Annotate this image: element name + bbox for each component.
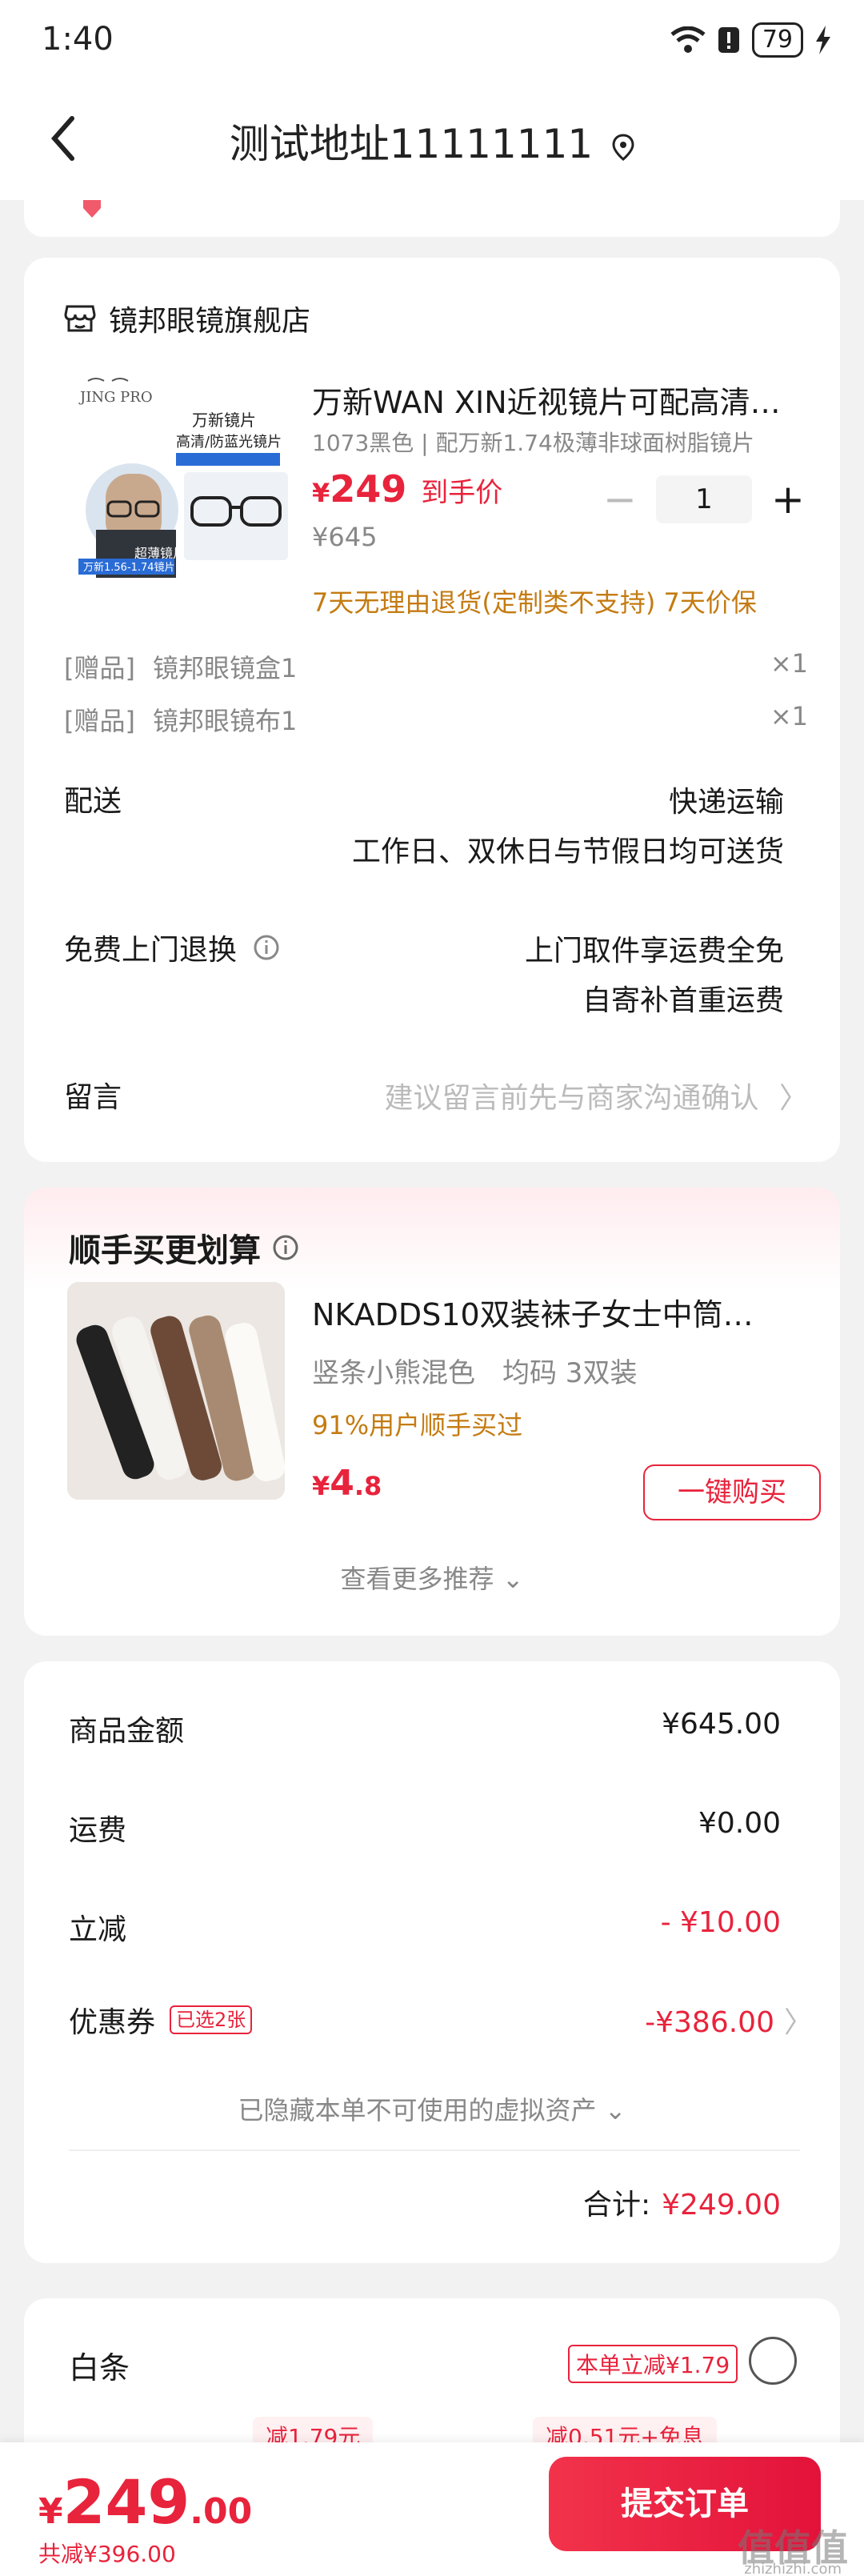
total-saved: 共减¥396.00: [38, 2541, 176, 2567]
coupon-value: -¥386.00 〉: [645, 2006, 813, 2039]
recommend-card: 顺手买更划算 NKADDS10双装袜子女士中筒… 竖条小熊混色 均码 3双装 9…: [24, 1188, 840, 1636]
recommend-image[interactable]: [67, 1282, 285, 1500]
hidden-assets-toggle[interactable]: 已隐藏本单不可使用的虚拟资产 ⌄: [24, 2090, 840, 2127]
baitiao-badge: 本单立减¥1.79: [568, 2345, 738, 2383]
total-label: 合计:: [582, 2189, 651, 2221]
chevron-right-icon: 〉: [778, 1082, 808, 1115]
payable-price: ¥249.00: [38, 2466, 253, 2538]
status-icons: 79: [670, 22, 832, 58]
product-image-brand: JING PRO: [78, 389, 153, 406]
quantity-stepper: − 1 +: [592, 475, 816, 523]
discount-value: - ¥10.00: [660, 1906, 781, 1939]
delivery-label: 配送: [64, 785, 122, 818]
coupon-label: 优惠券 已选2张: [69, 1999, 253, 2041]
red-mark-icon: [83, 200, 101, 218]
address-card-bottom: [24, 200, 840, 237]
gift-tag: [赠品]: [64, 653, 135, 683]
goods-amount-label: 商品金额: [69, 1715, 185, 1748]
gift-item: [赠品] 镜邦眼镜盒1 ×1: [64, 648, 808, 685]
chevron-down-icon: ⌄: [604, 2095, 626, 2125]
product-spec[interactable]: 1073黑色 | 配万新1.74极薄非球面树脂镜片: [312, 426, 754, 458]
increase-button[interactable]: +: [760, 475, 816, 523]
quantity-input[interactable]: 1: [656, 475, 752, 523]
divider: [69, 2149, 800, 2151]
shop-card: 镜邦眼镜旗舰店 JING PRO 万新镜片 高清/防蓝光镜片 超薄镜片 万新1.…: [24, 258, 840, 1162]
chevron-down-icon: ⌄: [502, 1564, 524, 1594]
product-title[interactable]: 万新WAN XIN近视镜片可配高清…: [312, 378, 800, 422]
total-row: 合计: ¥249.00: [583, 2181, 781, 2223]
shipping-label: 运费: [69, 1814, 127, 1847]
alert-icon: [718, 27, 739, 53]
message-input[interactable]: 建议留言前先与商家沟通确认 〉: [385, 1074, 808, 1124]
recommend-bought: 91%用户顺手买过: [312, 1410, 523, 1440]
discount-label: 立减: [69, 1913, 127, 1946]
status-bar: 1:40 79: [0, 0, 864, 80]
recommend-price: ¥4.8: [312, 1463, 382, 1504]
product-price: ¥249: [312, 467, 407, 511]
price-tag: 到手价: [421, 477, 503, 509]
info-icon[interactable]: [253, 934, 280, 961]
gift-item: [赠品] 镜邦眼镜布1 ×1: [64, 701, 808, 738]
gift-name: 镜邦眼镜盒1: [152, 653, 298, 683]
shop-name: 镜邦眼镜旗舰店: [109, 305, 311, 338]
bottom-bar: ¥249.00 共减¥396.00 提交订单: [0, 2442, 864, 2576]
price-row: ¥249 到手价: [312, 467, 502, 511]
status-time: 1:40: [42, 21, 114, 58]
location-pin-icon: [612, 124, 634, 170]
address-title[interactable]: 测试地址11111111: [0, 112, 864, 170]
product-image-line4: 万新1.56-1.74镜片: [83, 561, 175, 574]
summary-card: 商品金额 ¥645.00 运费 ¥0.00 立减 - ¥10.00 优惠券 已选…: [24, 1661, 840, 2263]
chevron-right-icon: 〉: [783, 2006, 813, 2039]
gift-qty: ×1: [770, 701, 808, 731]
info-icon[interactable]: [272, 1234, 299, 1261]
delivery-row[interactable]: 配送 快递运输 工作日、双休日与节假日均可送货: [64, 778, 784, 877]
baitiao-label: 白条: [69, 2350, 130, 2386]
watermark-url: zhizhizhi.com: [744, 2561, 842, 2576]
goods-amount-value: ¥645.00: [662, 1708, 781, 1741]
coupon-badge: 已选2张: [170, 2005, 253, 2034]
decrease-button[interactable]: −: [592, 475, 648, 523]
wifi-icon: [670, 26, 706, 53]
recommend-name[interactable]: NKADDS10双装袜子女士中筒…: [312, 1290, 808, 1334]
recommend-spec[interactable]: 竖条小熊混色 均码 3双装: [312, 1351, 637, 1390]
free-return-label: 免费上门退换: [64, 927, 280, 968]
battery-level: 79: [751, 22, 803, 58]
product-image-line2: 高清/防蓝光镜片: [176, 434, 282, 451]
address-text: 测试地址11111111: [229, 121, 594, 167]
baitiao-radio[interactable]: [749, 2337, 797, 2385]
product-image-line1: 万新镜片: [192, 411, 256, 430]
more-recommend-link[interactable]: 查看更多推荐 ⌄: [24, 1559, 840, 1596]
total-value: ¥249.00: [662, 2189, 781, 2221]
return-policy: 7天无理由退货(定制类不支持) 7天价保: [312, 587, 757, 618]
free-return-row[interactable]: 免费上门退换 上门取件享运费全免 自寄补首重运费: [64, 927, 784, 1026]
gift-qty: ×1: [770, 648, 808, 679]
message-label: 留言: [64, 1081, 122, 1114]
original-price: ¥645: [312, 522, 378, 552]
free-return-value: 上门取件享运费全免 自寄补首重运费: [524, 935, 784, 1017]
recommend-title: 顺手买更划算: [69, 1224, 299, 1271]
gift-tag: [赠品]: [64, 706, 135, 736]
gift-name: 镜邦眼镜布1: [152, 706, 298, 736]
delivery-value: 快递运输 工作日、双休日与节假日均可送货: [351, 786, 784, 868]
product-image[interactable]: JING PRO 万新镜片 高清/防蓝光镜片 超薄镜片 万新1.56-1.74镜…: [64, 370, 304, 578]
shipping-value: ¥0.00: [698, 1807, 781, 1840]
store-icon: [64, 305, 96, 332]
one-click-buy-button[interactable]: 一键购买: [643, 1464, 821, 1520]
message-row[interactable]: 留言 建议留言前先与商家沟通确认 〉: [64, 1074, 808, 1122]
charging-icon: [816, 26, 830, 54]
nav-bar: 测试地址11111111: [0, 80, 864, 200]
shop-header[interactable]: 镜邦眼镜旗舰店: [64, 298, 310, 339]
